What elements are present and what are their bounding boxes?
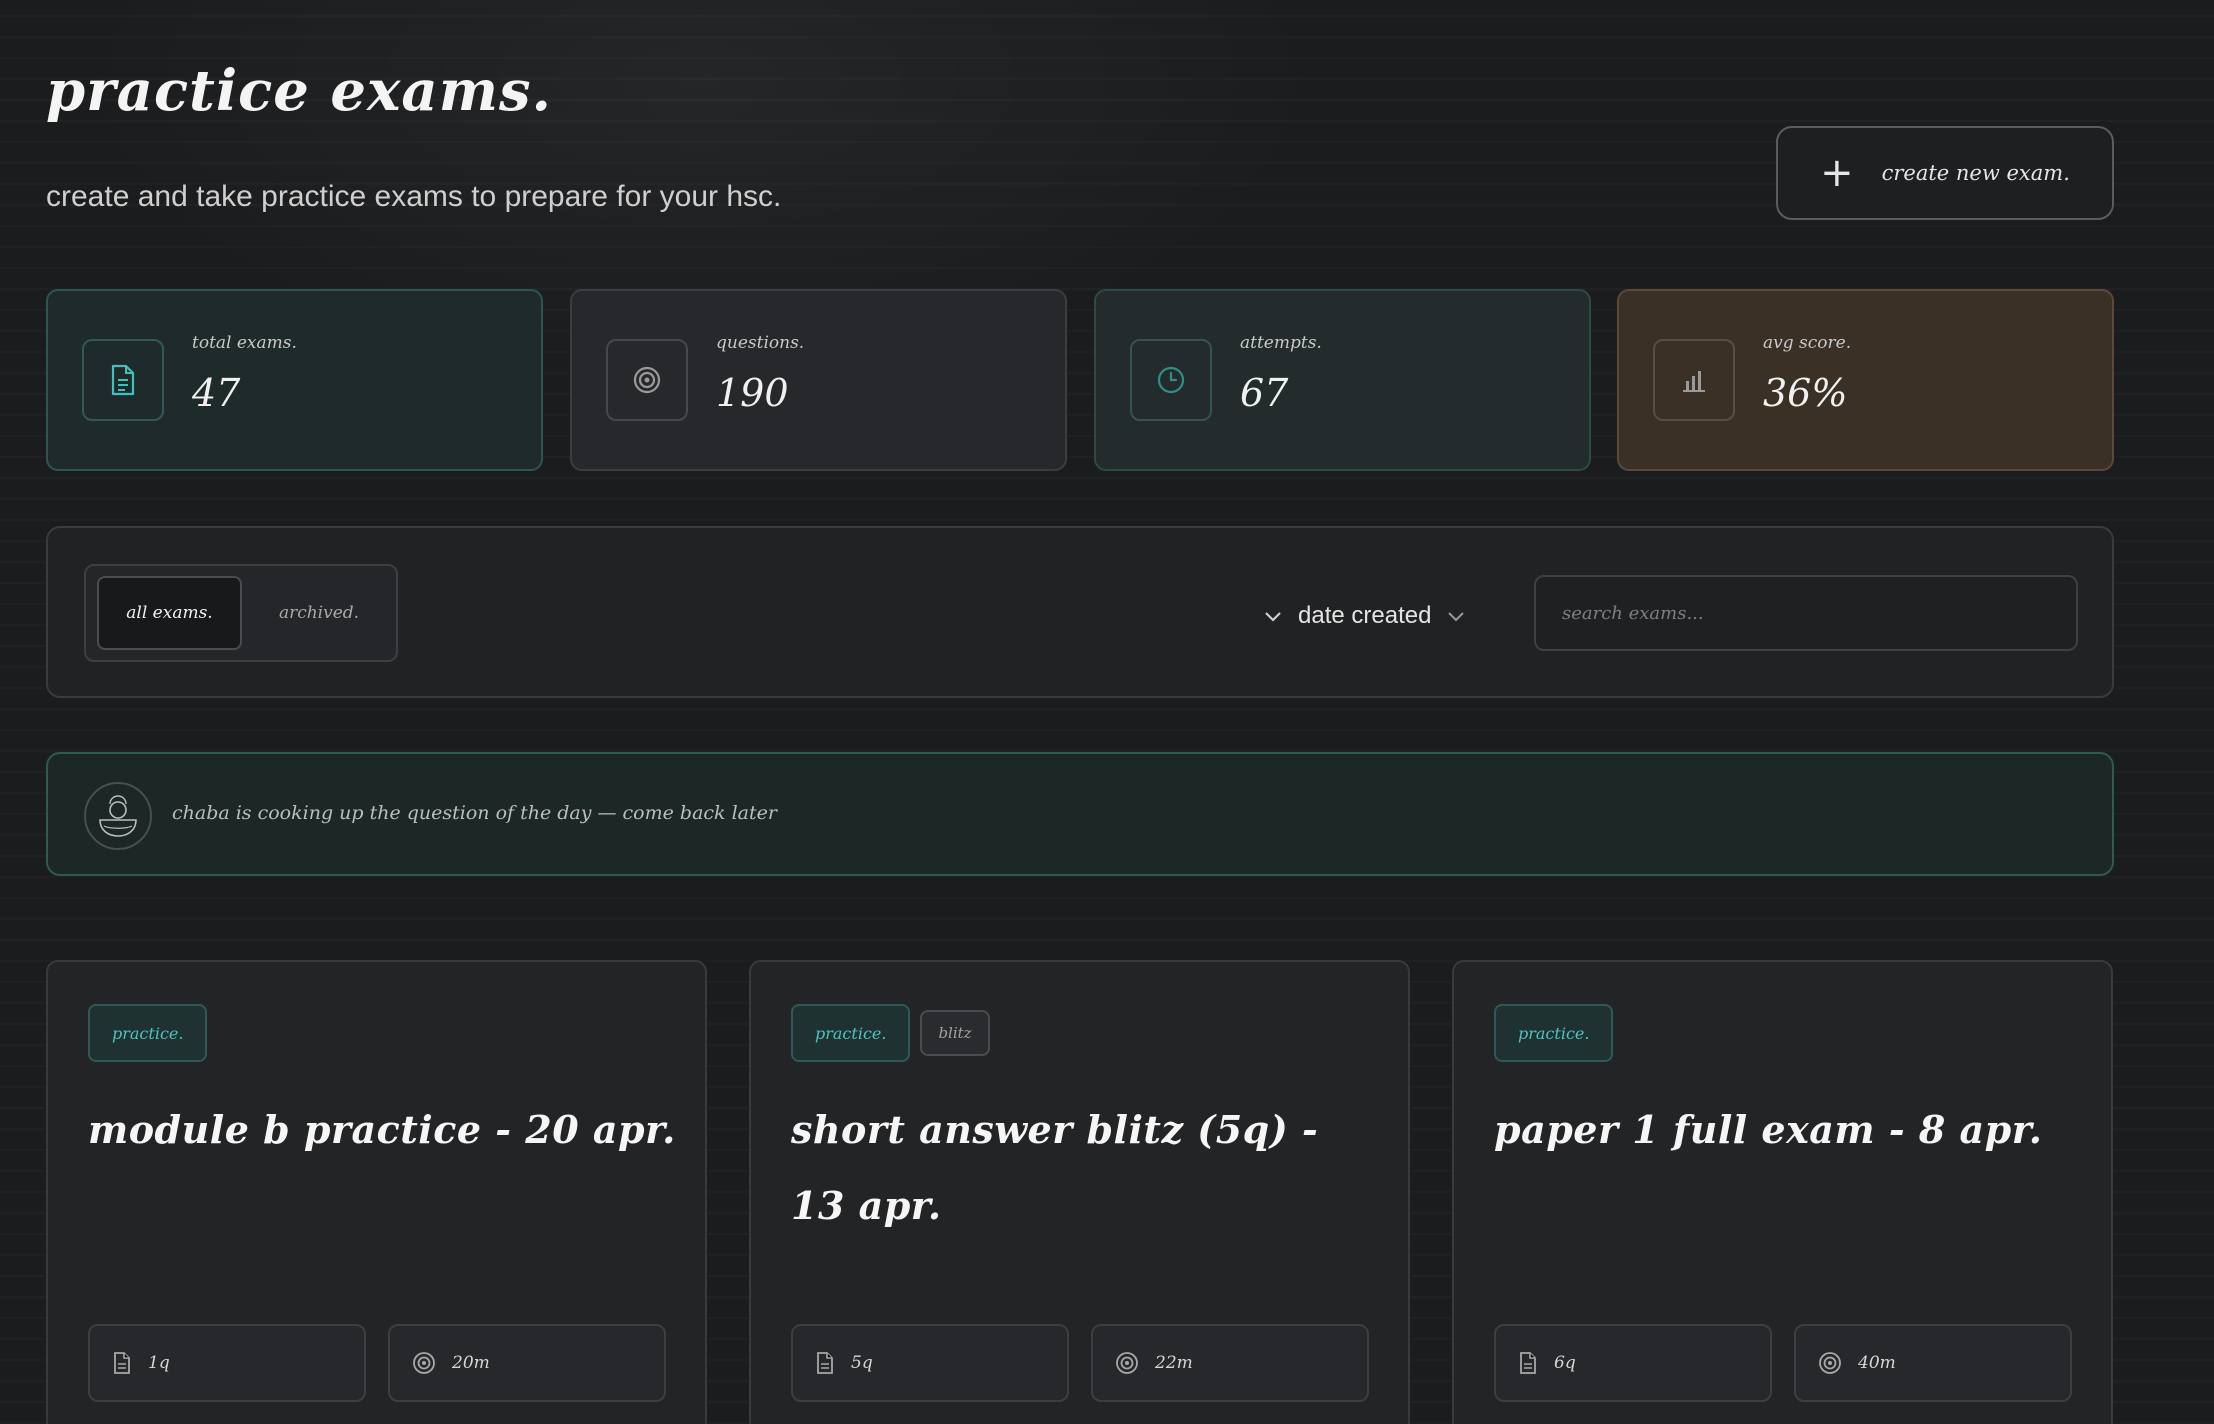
target-icon	[606, 339, 688, 421]
exam-card[interactable]: practice. paper 1 full exam - 8 apr. 6q …	[1452, 960, 2113, 1424]
document-icon	[114, 1352, 130, 1374]
sort-label: date created	[1298, 602, 1432, 629]
question-count: 1q	[88, 1324, 366, 1402]
qotd-message: chaba is cooking up the question of the …	[172, 802, 777, 824]
duration-value: 20m	[452, 1353, 490, 1373]
exam-title[interactable]: paper 1 full exam - 8 apr.	[1494, 1092, 2084, 1168]
stat-label: questions.	[716, 333, 805, 353]
tab-all-exams[interactable]: all exams.	[97, 576, 242, 650]
page-subtitle: create and take practice exams to prepar…	[46, 180, 782, 213]
stat-label: total exams.	[192, 333, 297, 353]
duration-value: 22m	[1155, 1353, 1193, 1373]
exam-tabs: all exams. archived.	[84, 564, 398, 662]
exam-title[interactable]: short answer blitz (5q) - 13 apr.	[791, 1092, 1381, 1244]
practice-badge: practice.	[791, 1004, 911, 1062]
bar-chart-icon	[1653, 339, 1735, 421]
question-count-value: 6q	[1554, 1353, 1576, 1373]
chef-mascot-icon	[84, 782, 152, 850]
tab-archived[interactable]: archived.	[254, 576, 384, 650]
target-icon	[413, 1352, 435, 1374]
badge-row: practice.	[1494, 1004, 1614, 1062]
duration: 40m	[1794, 1324, 2072, 1402]
page-title: practice exams.	[46, 58, 552, 124]
plus-icon: +	[1820, 150, 1854, 196]
create-new-exam-button[interactable]: + create new exam.	[1776, 126, 2114, 220]
stat-card-attempts: attempts. 67	[1094, 289, 1591, 471]
stat-card-total-exams: total exams. 47	[46, 289, 543, 471]
filter-bar: all exams. archived. date created	[46, 526, 2114, 698]
sort-dropdown[interactable]: date created	[1264, 596, 1465, 636]
chevron-down-icon	[1448, 612, 1465, 622]
blitz-badge: blitz	[920, 1010, 990, 1056]
duration-value: 40m	[1858, 1353, 1896, 1373]
document-icon	[1520, 1352, 1536, 1374]
document-icon	[82, 339, 164, 421]
practice-badge: practice.	[88, 1004, 208, 1062]
create-new-exam-label: create new exam.	[1881, 161, 2070, 185]
stat-value: 47	[192, 371, 241, 415]
question-count-value: 1q	[148, 1353, 170, 1373]
clock-icon	[1130, 339, 1212, 421]
document-icon	[817, 1352, 833, 1374]
stat-card-avg-score: avg score. 36%	[1617, 289, 2114, 471]
stat-label: avg score.	[1763, 333, 1852, 353]
question-count: 6q	[1494, 1324, 1772, 1402]
target-icon	[1819, 1352, 1841, 1374]
question-count-value: 5q	[851, 1353, 873, 1373]
chevron-down-icon	[1265, 612, 1281, 622]
stat-value: 36%	[1763, 371, 1848, 415]
badge-row: practice. blitz	[791, 1004, 990, 1062]
stat-card-questions: questions. 190	[570, 289, 1067, 471]
duration: 22m	[1091, 1324, 1369, 1402]
stat-label: attempts.	[1240, 333, 1322, 353]
duration: 20m	[388, 1324, 666, 1402]
exam-title[interactable]: module b practice - 20 apr.	[88, 1092, 678, 1168]
target-icon	[1116, 1352, 1138, 1374]
exam-card[interactable]: practice. blitz short answer blitz (5q) …	[749, 960, 1410, 1424]
practice-badge: practice.	[1494, 1004, 1614, 1062]
stat-value: 190	[716, 371, 789, 415]
question-of-the-day-banner: chaba is cooking up the question of the …	[46, 752, 2114, 876]
stat-value: 67	[1240, 371, 1289, 415]
question-count: 5q	[791, 1324, 1069, 1402]
exam-card[interactable]: practice. module b practice - 20 apr. 1q…	[46, 960, 707, 1424]
badge-row: practice.	[88, 1004, 208, 1062]
search-input[interactable]	[1534, 575, 2078, 651]
